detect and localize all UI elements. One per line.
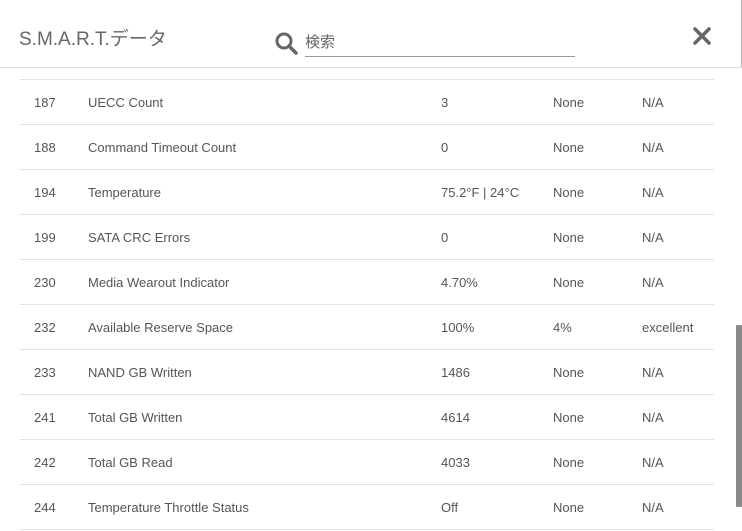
dialog-title: S.M.A.R.T.データ bbox=[19, 29, 167, 50]
attribute-threshold: None bbox=[553, 275, 585, 290]
attribute-id: 188 bbox=[34, 140, 56, 155]
attribute-value: 1486 bbox=[441, 365, 470, 380]
attribute-name: SATA CRC Errors bbox=[88, 230, 191, 245]
attribute-id: 194 bbox=[34, 185, 56, 200]
attribute-status: N/A bbox=[642, 455, 664, 470]
search-input[interactable] bbox=[305, 28, 575, 57]
attribute-value: 4033 bbox=[441, 455, 470, 470]
attribute-name: NAND GB Written bbox=[88, 365, 192, 380]
table-row: 244 Temperature Throttle Status Off None N/A bbox=[19, 485, 714, 530]
table-row: 199 SATA CRC Errors 0 None N/A bbox=[19, 215, 714, 260]
attribute-status: N/A bbox=[642, 500, 664, 515]
table-row: 187 UECC Count 3 None N/A bbox=[19, 80, 714, 125]
attribute-threshold: None bbox=[553, 230, 585, 245]
attribute-value: 75.2°F | 24°C bbox=[441, 185, 520, 200]
attribute-value: 0 bbox=[441, 140, 449, 155]
attribute-id: 242 bbox=[34, 455, 56, 470]
attribute-name: Total GB Written bbox=[88, 410, 183, 425]
attribute-value: 4614 bbox=[441, 410, 470, 425]
attribute-status: excellent bbox=[642, 320, 694, 335]
attribute-status: N/A bbox=[642, 185, 664, 200]
attribute-id: 232 bbox=[34, 320, 56, 335]
attribute-name: Temperature Throttle Status bbox=[88, 500, 249, 515]
attribute-name: Temperature bbox=[88, 185, 161, 200]
table-row: 194 Temperature 75.2°F | 24°C None N/A bbox=[19, 170, 714, 215]
smart-table: 187 UECC Count 3 None N/A 188 Command Timeout … bbox=[19, 79, 714, 530]
attribute-status: N/A bbox=[642, 275, 664, 290]
attribute-threshold: None bbox=[553, 500, 585, 515]
table-row: 232 Available Reserve Space 100% 4% excellen… bbox=[19, 305, 714, 350]
attribute-threshold: None bbox=[553, 140, 585, 155]
attribute-status: N/A bbox=[642, 365, 664, 380]
attribute-id: 187 bbox=[34, 95, 56, 110]
attribute-id: 230 bbox=[34, 275, 56, 290]
attribute-name: Media Wearout Indicator bbox=[88, 275, 230, 290]
attribute-status: N/A bbox=[642, 95, 664, 110]
dialog-header: S.M.A.R.T.データ bbox=[0, 0, 742, 68]
attribute-status: N/A bbox=[642, 140, 664, 155]
attribute-threshold: None bbox=[553, 185, 585, 200]
attribute-threshold: None bbox=[553, 455, 585, 470]
attribute-name: Command Timeout Count bbox=[88, 140, 237, 155]
attribute-id: 199 bbox=[34, 230, 56, 245]
table-row: 233 NAND GB Written 1486 None N/A bbox=[19, 350, 714, 395]
attribute-threshold: None bbox=[553, 365, 585, 380]
attribute-value: 0 bbox=[441, 230, 449, 245]
close-icon[interactable] bbox=[690, 24, 714, 48]
search-icon bbox=[275, 32, 298, 55]
attribute-status: N/A bbox=[642, 410, 664, 425]
table-row: 188 Command Timeout Count 0 None N/A bbox=[19, 125, 714, 170]
attribute-name: Available Reserve Space bbox=[88, 320, 234, 335]
attribute-id: 244 bbox=[34, 500, 56, 515]
attribute-threshold: 4% bbox=[553, 320, 572, 335]
attribute-name: Total GB Read bbox=[88, 455, 173, 470]
attribute-threshold: None bbox=[553, 410, 585, 425]
attribute-threshold: None bbox=[553, 95, 585, 110]
attribute-value: Off bbox=[441, 500, 459, 515]
attribute-value: 3 bbox=[441, 95, 449, 110]
scrollbar-thumb[interactable] bbox=[736, 325, 742, 507]
attribute-id: 241 bbox=[34, 410, 56, 425]
table-row: 241 Total GB Written 4614 None N/A bbox=[19, 395, 714, 440]
table-row: 242 Total GB Read 4033 None N/A bbox=[19, 440, 714, 485]
attribute-value: 4.70% bbox=[441, 275, 478, 290]
attribute-value: 100% bbox=[441, 320, 475, 335]
table-row: 230 Media Wearout Indicator 4.70% None N/A bbox=[19, 260, 714, 305]
attribute-id: 233 bbox=[34, 365, 56, 380]
attribute-name: UECC Count bbox=[88, 95, 164, 110]
attribute-status: N/A bbox=[642, 230, 664, 245]
